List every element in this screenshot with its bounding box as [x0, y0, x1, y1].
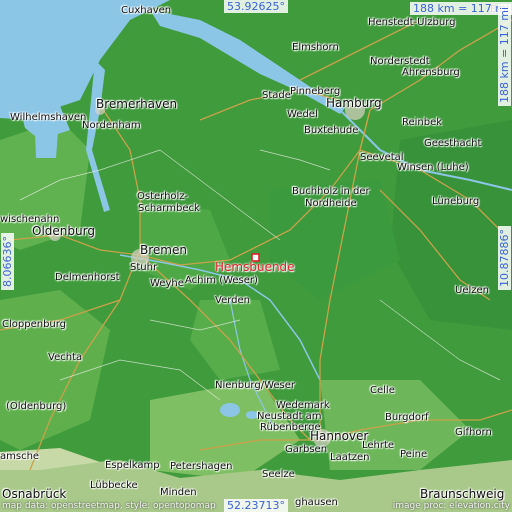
label-hannover: Hannover [310, 429, 369, 443]
label-burgdorf: Burgdorf [385, 412, 429, 423]
horizontal-scale-label: 188 km = 117 mi [410, 2, 512, 15]
label-stuhr: Stuhr [130, 262, 158, 273]
label-lehrte: Lehrte [362, 440, 395, 451]
left-longitude-label: 8.06636° [1, 233, 14, 290]
label-hemsbuende: Hemsbuende [215, 260, 295, 274]
label-uelzen: Uelzen [455, 285, 489, 296]
label-buchholz: Buchholz in der [292, 186, 370, 197]
label-vechta: Vechta [48, 352, 83, 363]
label-osnabrueck: Osnabrück [2, 487, 67, 501]
label-lueneburg: Lüneburg [432, 196, 480, 207]
label-osterholz: Osterholz- [137, 191, 189, 202]
label-buxtehude: Buxtehude [304, 125, 359, 136]
label-luebbecke: Lübbecke [90, 480, 138, 491]
label-garbsen: Garbsen [285, 444, 328, 455]
label-norderstedt: Norderstedt [370, 56, 430, 67]
image-attribution: image proc: elevation.city [392, 501, 510, 511]
label-stade: Stade [262, 90, 291, 101]
label-geesthacht: Geesthacht [424, 138, 482, 149]
label-winsen: Winsen (Luhe) [397, 162, 469, 173]
label-laatzen: Laatzen [330, 452, 370, 463]
label-espelkamp: Espelkamp [105, 460, 160, 471]
label-gifhorn: Gifhorn [455, 427, 492, 438]
label-scharmbeck: Scharmbeck [138, 203, 200, 214]
label-delmenhorst: Delmenhorst [55, 272, 120, 283]
label-wedemark: Wedemark [276, 400, 330, 411]
label-wilhelmshaven: Wilhelmshaven [10, 112, 87, 123]
label-oldenburg: Oldenburg [32, 224, 95, 238]
label-bremerhaven: Bremerhaven [96, 97, 178, 111]
label-nienburg: Nienburg/Weser [215, 380, 296, 391]
label-neustadt1: Neustadt am [257, 411, 322, 422]
label-gchausen: ghausen [295, 497, 338, 508]
label-reinbek: Reinbek [402, 117, 443, 128]
label-achim: Achim (Weser) [185, 275, 258, 286]
bottom-latitude-label: 52.23713° [224, 499, 288, 512]
label-ahlhorn: (Oldenburg) [6, 401, 67, 412]
vertical-scale-label: 188 km = 117 mi [498, 3, 511, 106]
label-hamburg: Hamburg [326, 96, 382, 110]
label-minden: Minden [160, 487, 197, 498]
top-latitude-label: 53.92625° [224, 0, 288, 13]
label-verden: Verden [215, 295, 250, 306]
label-samsche: amsche [0, 451, 40, 462]
label-wedel: Wedel [287, 109, 318, 120]
right-longitude-label: 10.87886° [498, 226, 511, 290]
label-cuxhaven: Cuxhaven [121, 5, 172, 16]
label-weyhe: Weyhe [150, 278, 184, 289]
label-celle: Celle [370, 385, 395, 396]
label-peine: Peine [400, 449, 428, 460]
label-seelze: Seelze [262, 469, 295, 480]
label-petershagen: Petershagen [170, 461, 233, 472]
label-nordenham: Nordenham [82, 120, 141, 131]
label-elmshorn: Elmshorn [292, 42, 339, 53]
map-attribution: map data: openstreetmap, style: opentopo… [2, 501, 216, 511]
label-braunschweig: Braunschweig [420, 487, 505, 501]
label-henstedt-ulzburg: Henstedt-Ulzburg [368, 17, 456, 28]
label-cloppenburg: Cloppenburg [2, 319, 67, 330]
label-ahrensburg: Ahrensburg [402, 67, 460, 78]
label-nordheide: Nordheide [305, 198, 357, 209]
label-bremen: Bremen [140, 243, 187, 257]
